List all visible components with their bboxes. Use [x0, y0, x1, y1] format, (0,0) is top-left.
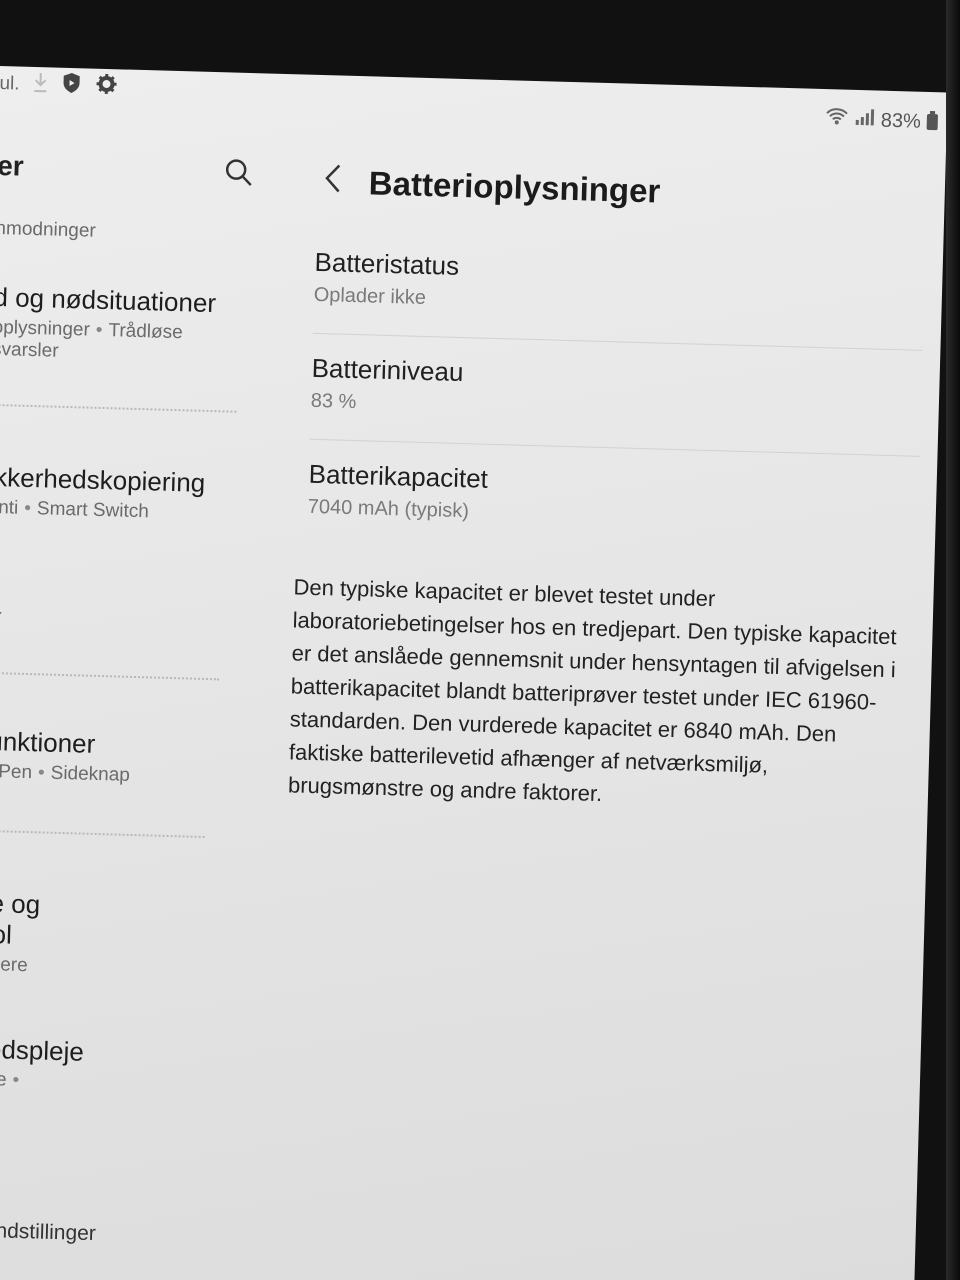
settings-item-subtitle: nmodninger — [0, 217, 97, 242]
settings-item-title: funktioner — [0, 725, 96, 759]
row-divider — [312, 332, 923, 351]
settings-item-title: d og nødsituationer — [0, 281, 217, 319]
settings-item-app-settings[interactable]: ppindstillinger — [0, 1216, 96, 1246]
settings-item-requests[interactable]: nmodninger — [0, 214, 96, 243]
search-button[interactable] — [223, 156, 256, 189]
settings-item-digital-wellbeing[interactable]: ce og trol timere — [0, 888, 41, 978]
battery-level-row: Batteriniveau 83 % — [310, 353, 921, 430]
tablet-screen: ul. 83% er nmodninger d og nødsituatione… — [0, 66, 948, 1280]
battery-capacity-row: Batterikapacitet 7040 mAh (typisk) — [307, 459, 918, 536]
settings-item-title: ikkerhedskopiering — [0, 461, 206, 498]
battery-icon — [926, 113, 939, 131]
battery-percent: 83% — [880, 109, 922, 133]
settings-item-misc[interactable]: er — [0, 602, 2, 628]
wifi-icon — [825, 107, 850, 132]
download-icon — [33, 71, 48, 99]
settings-title: er — [0, 149, 25, 182]
settings-item-safety-emergency[interactable]: d og nødsituationer oplysninger • Trådløse… — [0, 282, 216, 367]
back-button[interactable] — [319, 161, 350, 196]
status-bar-right: 83% — [825, 107, 939, 134]
settings-item-title-line1: ce og — [0, 887, 41, 920]
signal-icon — [854, 108, 875, 133]
settings-item-subtitle: timere — [0, 953, 28, 977]
search-icon — [225, 159, 252, 186]
settings-item-title: hedspleje — [0, 1033, 85, 1067]
page-title: Batterioplysninger — [368, 164, 661, 210]
settings-item-subtitle-2: e — [0, 1091, 83, 1116]
section-divider — [0, 829, 205, 839]
capacity-description: Den typiske kapacitet er blevet testet u… — [287, 574, 897, 807]
settings-item-backup[interactable]: ikkerhedskopiering onti • Smart Switch — [0, 462, 206, 525]
settings-item-subtitle: else • — [0, 1068, 20, 1091]
status-bar-left: ul. — [0, 70, 118, 101]
settings-item-device-care[interactable]: hedspleje else• e — [0, 1034, 84, 1116]
row-divider — [309, 438, 920, 457]
section-divider — [0, 403, 237, 413]
battery-status-row: Batteristatus Oplader ikke — [313, 247, 924, 324]
settings-list-pane: er nmodninger d og nødsituationer oplysn… — [0, 136, 258, 1280]
back-chevron-icon — [325, 164, 341, 193]
settings-item-title: ppindstillinger — [0, 1218, 97, 1246]
settings-item-subtitle: er — [0, 606, 2, 628]
settings-item-advanced-features[interactable]: funktioner S Pen•Sideknap — [0, 726, 131, 787]
gear-icon — [95, 73, 118, 102]
settings-item-subtitle: S Pen•Sideknap — [0, 761, 131, 786]
section-divider — [0, 671, 219, 681]
network-indicator: ul. — [0, 72, 20, 95]
battery-info-pane: Batterioplysninger Batteristatus Oplader… — [267, 144, 937, 1261]
device-bezel — [946, 0, 960, 1280]
settings-item-subtitle: onti • Smart Switch — [0, 496, 150, 523]
shield-icon — [61, 72, 82, 101]
settings-item-title-line2: trol — [0, 918, 13, 950]
